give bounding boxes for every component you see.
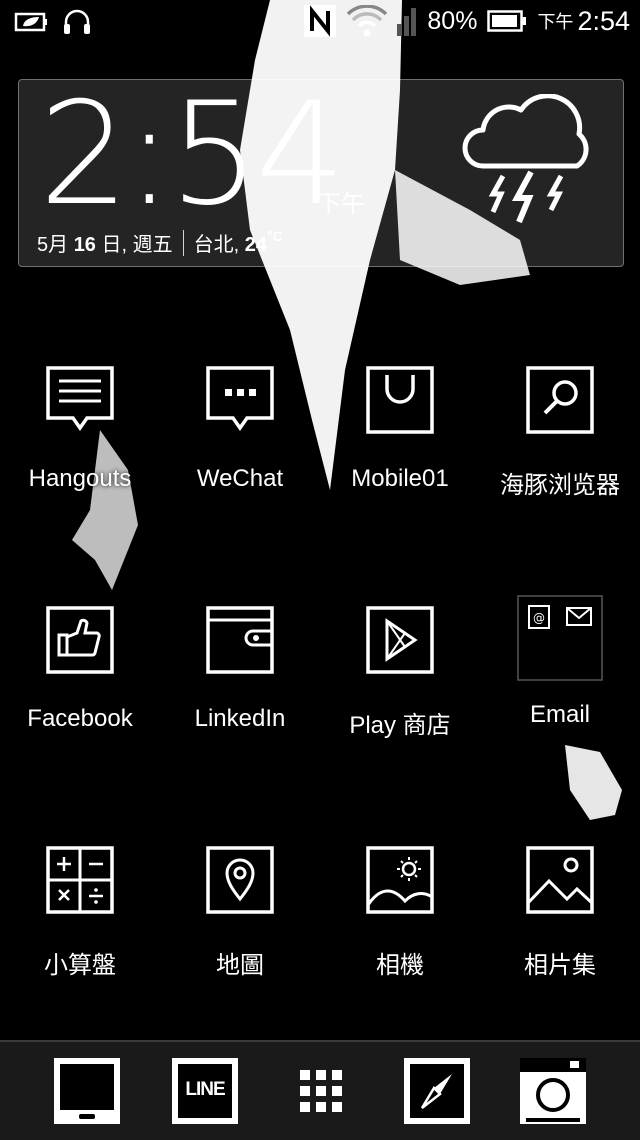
- app-label: 小算盤: [44, 952, 116, 979]
- app-label: 海豚浏览器: [500, 472, 620, 499]
- line-app[interactable]: LINE: [170, 1056, 240, 1126]
- app-wechat[interactable]: WeChat: [160, 365, 320, 493]
- city-name: 台北,: [193, 234, 240, 256]
- mobile01-icon: [366, 366, 434, 434]
- battery-percent: 80%: [427, 6, 478, 35]
- app-dolphin-browser[interactable]: 海豚浏览器: [480, 365, 640, 500]
- linkedin-icon: [206, 606, 274, 674]
- dock: LINE: [0, 1040, 640, 1140]
- wechat-icon: [206, 366, 274, 432]
- gallery-icon: [526, 846, 594, 914]
- app-gallery[interactable]: 相片集: [480, 845, 640, 980]
- app-email-folder[interactable]: @ Email: [480, 595, 640, 729]
- app-facebook[interactable]: Facebook: [0, 605, 160, 733]
- app-label: LinkedIn: [194, 705, 286, 732]
- status-time: 2:54: [577, 5, 630, 36]
- date-location-line: 5月 16 日, 週五 台北, 24°C: [37, 228, 283, 257]
- nfc-icon: [304, 5, 337, 37]
- hangouts-icon: [46, 366, 114, 432]
- app-linkedin[interactable]: LinkedIn: [160, 605, 320, 733]
- app-camera-scene[interactable]: 相機: [320, 845, 480, 980]
- temperature: 24: [244, 234, 267, 256]
- calculator-icon: [46, 846, 114, 914]
- camera-scene-icon: [366, 846, 434, 914]
- clock-weather-widget[interactable]: 2:54 下午 5月 16 日, 週五 台北, 24°C: [18, 79, 624, 267]
- app-label: Hangouts: [28, 465, 132, 492]
- app-hangouts[interactable]: Hangouts: [0, 365, 160, 493]
- leaf-battery-icon: [14, 12, 47, 32]
- date-weekday: 日, 週五: [101, 234, 173, 256]
- tablet-icon[interactable]: [52, 1056, 122, 1126]
- status-ampm: 下午: [537, 12, 574, 32]
- app-label: 相片集: [524, 952, 596, 979]
- app-label: Play 商店: [349, 712, 451, 739]
- app-label: Facebook: [27, 705, 133, 732]
- email-folder-icon: @: [517, 595, 603, 681]
- app-mobile01[interactable]: Mobile01: [320, 365, 480, 493]
- app-label: 相機: [376, 952, 424, 979]
- play-store-icon: [366, 606, 434, 674]
- app-label: Email: [529, 701, 590, 728]
- signal-icon: [397, 8, 417, 36]
- thunderstorm-icon: [462, 94, 589, 224]
- wifi-icon: [347, 5, 388, 37]
- battery-icon: [487, 10, 527, 32]
- date-text: 5月 16 日, 週五: [37, 228, 173, 257]
- app-drawer-icon[interactable]: [298, 1068, 344, 1114]
- line-label: LINE: [185, 1079, 225, 1100]
- compass-icon[interactable]: [402, 1056, 472, 1126]
- app-label: Mobile01: [351, 465, 449, 492]
- app-calculator[interactable]: 小算盤: [0, 845, 160, 980]
- facebook-icon: [46, 606, 114, 674]
- app-label: 地圖: [216, 952, 264, 979]
- camera-icon[interactable]: [518, 1056, 588, 1126]
- svg-text:@: @: [533, 611, 545, 625]
- clock-time: 2:54: [39, 72, 346, 237]
- date-month: 5月: [37, 234, 69, 256]
- status-bar: 80% 下午 2:54: [0, 0, 640, 44]
- date-day: 16: [73, 234, 96, 256]
- headphones-icon: [64, 9, 90, 34]
- dolphin-browser-icon: [526, 366, 594, 434]
- app-play-store[interactable]: Play 商店: [320, 605, 480, 740]
- temperature-unit: °C: [267, 228, 283, 244]
- app-maps[interactable]: 地圖: [160, 845, 320, 980]
- app-label: WeChat: [196, 465, 284, 492]
- divider: [182, 229, 184, 256]
- maps-icon: [206, 846, 274, 914]
- clock-ampm: 下午: [317, 191, 365, 218]
- weather-location: 台北, 24°C: [194, 228, 283, 257]
